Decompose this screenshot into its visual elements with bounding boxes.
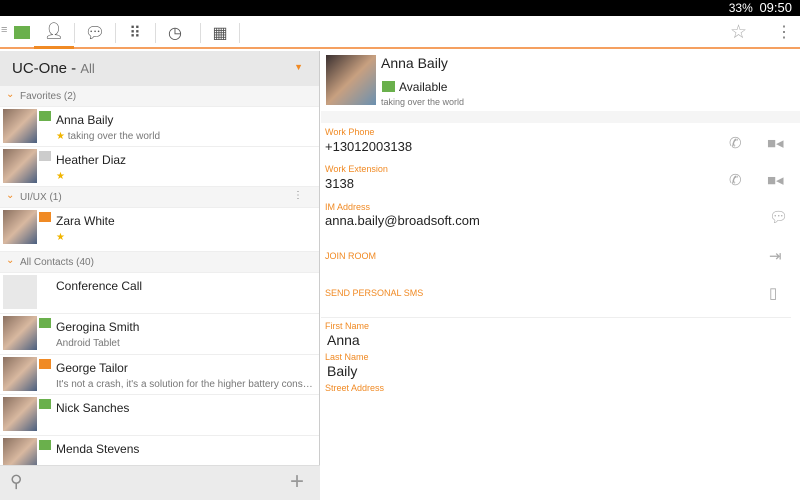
history-icon: ◷ [168, 24, 182, 42]
section-label: All Contacts (40) [20, 257, 94, 268]
dialpad-icon: ⠿ [129, 24, 141, 42]
contact-name: Gerogina Smith [56, 320, 140, 334]
battery-level: 33% [728, 1, 753, 15]
chat-icon[interactable]: 💬︎ [769, 208, 788, 226]
contact-name: George Tailor [56, 361, 128, 375]
overflow-menu-icon[interactable]: ⋮ [776, 22, 792, 42]
phone-icon[interactable]: ✆ [729, 171, 742, 189]
dropdown-arrow-icon: ▼ [294, 62, 303, 72]
avatar [3, 109, 37, 143]
chevron-down-icon: ⌄ [6, 190, 15, 201]
favorite-star-icon: ★ [56, 171, 65, 182]
contact-status: ★ taking over the world [56, 131, 161, 142]
list-filter-dropdown[interactable]: UC-One - All ▼ [0, 51, 319, 86]
presence-flag-icon [39, 399, 51, 409]
detail-name: Anna Baily [381, 55, 448, 71]
phone-icon[interactable]: ✆ [729, 134, 742, 152]
list-title: UC-One - [12, 60, 77, 77]
contact-row[interactable]: Zara White ★ [0, 208, 319, 252]
contact-status: Android Tablet [56, 338, 120, 349]
contact-name: Anna Baily [56, 113, 114, 127]
presence-flag-icon [39, 151, 51, 161]
favorite-star-icon[interactable]: ☆ [730, 21, 747, 44]
send-sms-button[interactable]: SEND PERSONAL SMS [325, 288, 423, 298]
tab-history[interactable]: ◷ [155, 16, 195, 49]
chevron-down-icon: ⌄ [6, 89, 15, 100]
status-message: taking over the world [381, 97, 465, 107]
tab-dialpad[interactable]: ⠿ [115, 16, 155, 49]
contact-row[interactable]: Conference Call [0, 273, 319, 314]
contacts-icon: 👤︎ [43, 23, 65, 40]
street-address-label: Street Address [325, 383, 385, 393]
avatar [3, 210, 37, 244]
search-icon[interactable]: ⚲ [10, 472, 22, 492]
avatar [3, 149, 37, 183]
contact-status: It's not a crash, it's a solution for th… [56, 379, 314, 390]
avatar [3, 397, 37, 431]
last-name-label: Last Name [325, 352, 369, 362]
work-extension-label: Work Extension [325, 164, 388, 174]
section-label: UI/UX (1) [20, 192, 62, 203]
add-icon[interactable]: + [290, 468, 304, 496]
avatar [3, 316, 37, 350]
section-header[interactable]: ⌄ All Contacts (40) [0, 252, 319, 273]
join-room-button[interactable]: JOIN ROOM [325, 251, 376, 261]
sms-icon[interactable]: ▯ [769, 284, 777, 302]
presence-flag-icon [39, 318, 51, 328]
presence-flag-icon [39, 359, 51, 369]
clock: 09:50 [759, 0, 792, 15]
tab-chat[interactable]: 💬︎ [75, 16, 115, 49]
first-name-value: Anna [327, 332, 360, 348]
contact-row[interactable]: Anna Baily ★ taking over the world [0, 107, 319, 147]
presence-flag-icon [39, 212, 51, 222]
contact-status: ★ [56, 232, 314, 243]
work-extension-value[interactable]: 3138 [325, 176, 354, 191]
contact-name: Heather Diaz [56, 153, 127, 167]
contact-status: ★ [56, 171, 314, 182]
favorite-star-icon: ★ [56, 232, 65, 243]
filter-value: All [80, 61, 95, 76]
contact-name: Conference Call [56, 279, 143, 293]
chat-icon: 💬︎ [84, 24, 106, 42]
contact-name: Menda Stevens [56, 442, 140, 456]
toolbar: ≡ 👤︎ 💬︎ ⠿ ◷ ▦ ☆ ⋮ [0, 16, 800, 49]
first-name-label: First Name [325, 321, 370, 331]
contact-row[interactable]: Heather Diaz ★ [0, 147, 319, 187]
contact-name: Zara White [56, 214, 115, 228]
work-phone-value[interactable]: +13012003138 [325, 139, 412, 154]
section-label: Favorites (2) [20, 91, 77, 102]
menu-icon[interactable]: ≡ [1, 24, 7, 36]
favorite-star-icon: ★ [56, 131, 65, 142]
last-name-value: Baily [327, 363, 358, 379]
video-icon[interactable]: ■◂ [767, 134, 784, 152]
presence-flag-icon [39, 111, 51, 121]
section-favorites[interactable]: ⌄ Favorites (2) [0, 86, 319, 107]
tab-directory[interactable]: ▦ [200, 16, 240, 49]
contact-row[interactable]: George Tailor It's not a crash, it's a so… [0, 355, 319, 395]
im-label: IM Address [325, 202, 371, 212]
section-header[interactable]: ⌄ UI/UX (1) ⋮ [0, 187, 319, 208]
contact-row[interactable]: Gerogina Smith Android Tablet [0, 314, 319, 355]
work-phone-label: Work Phone [325, 127, 375, 137]
section-menu-icon[interactable]: ⋮ [293, 190, 303, 201]
directory-icon: ▦ [212, 24, 228, 42]
contact-name: Nick Sanches [56, 401, 130, 415]
presence-flag-icon [382, 81, 395, 92]
im-value[interactable]: anna.baily@broadsoft.com [325, 213, 480, 228]
presence-text: Available [399, 80, 448, 94]
bottom-bar: ⚲ + [0, 465, 320, 500]
contact-detail-pane: Anna Baily Available taking over the wor… [321, 51, 800, 500]
contact-list-pane: UC-One - All ▼ ⌄ Favorites (2) Anna Baily ★… [0, 51, 320, 500]
avatar [3, 275, 37, 309]
presence-flag-icon[interactable] [14, 26, 30, 39]
detail-avatar [326, 55, 376, 105]
contact-row[interactable]: Nick Sanches [0, 395, 319, 436]
tab-contacts[interactable]: 👤︎ [34, 16, 74, 49]
video-icon[interactable]: ■◂ [767, 171, 784, 189]
avatar [3, 357, 37, 391]
chevron-down-icon: ⌄ [6, 255, 15, 266]
status-bar: 33% 09:50 [0, 0, 800, 16]
join-room-icon[interactable]: ⇥ [769, 247, 782, 265]
presence-flag-icon [39, 440, 51, 450]
